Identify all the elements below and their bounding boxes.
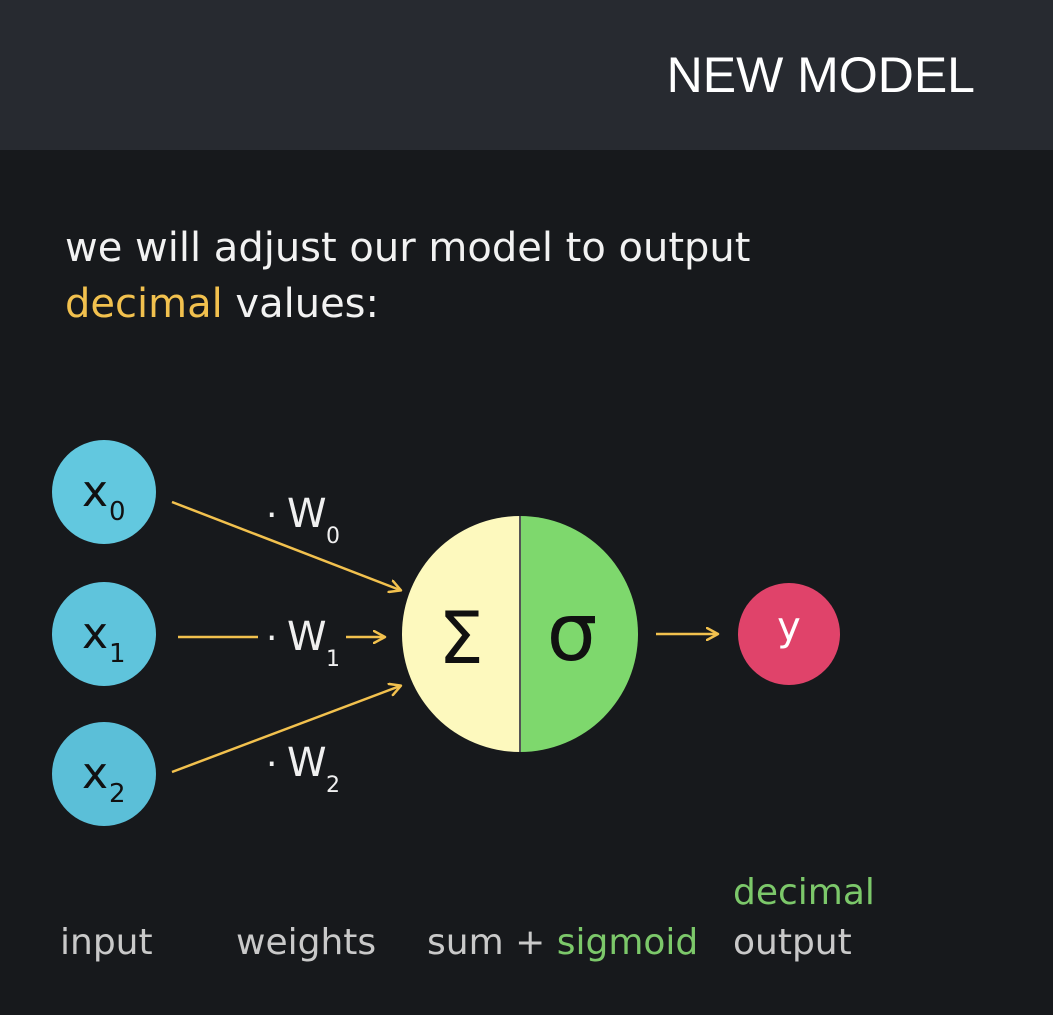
- output-node-y: y: [738, 583, 840, 685]
- arrow-x2-to-neuron: [171, 686, 400, 774]
- input-x1-base: x: [82, 608, 108, 659]
- weight-label-w2: · W 2: [266, 740, 340, 798]
- caption-sum: sum +: [427, 922, 557, 963]
- weight-w2-sub: 2: [326, 773, 340, 798]
- weight-w1-dot: ·: [266, 618, 277, 659]
- input-x0-base: x: [82, 466, 108, 517]
- caption-input: input: [60, 922, 153, 963]
- input-x2-base: x: [82, 748, 108, 799]
- neuron-node: Σ σ: [402, 516, 638, 752]
- caption-sigmoid: sigmoid: [556, 922, 699, 963]
- weight-w0-base: W: [287, 491, 327, 537]
- output-y-label: y: [777, 604, 801, 650]
- perceptron-diagram: x 0 x 1 x 2 · W 0 · W 1 · W 2 Σ σ y: [52, 440, 840, 826]
- weight-w2-base: W: [287, 740, 327, 786]
- input-x1-sub: 1: [109, 639, 126, 669]
- caption-weights: weights: [236, 922, 377, 963]
- weight-w2-dot: ·: [266, 744, 277, 785]
- input-x2-sub: 2: [109, 779, 126, 809]
- weight-w0-sub: 0: [326, 524, 340, 549]
- input-node-x1: x 1: [52, 582, 156, 686]
- caption-sum-sigmoid: sum + sigmoid: [427, 922, 698, 963]
- weight-label-w0: · W 0: [266, 491, 340, 549]
- arrow-x0-to-neuron: [171, 500, 400, 590]
- input-node-x0: x 0: [52, 440, 156, 544]
- sigmoid-symbol: σ: [547, 586, 598, 679]
- weight-w1-base: W: [287, 614, 327, 660]
- weight-w1-sub: 1: [326, 647, 340, 672]
- input-node-x2: x 2: [52, 722, 156, 826]
- sum-symbol: Σ: [438, 596, 484, 680]
- caption-output: output: [733, 922, 852, 963]
- caption-output-decimal: decimal: [733, 872, 875, 913]
- slide: NEW MODEL we will adjust our model to ou…: [0, 0, 1053, 1015]
- weight-w0-dot: ·: [266, 495, 277, 536]
- input-x0-sub: 0: [109, 497, 126, 527]
- weight-label-w1: · W 1: [266, 614, 340, 672]
